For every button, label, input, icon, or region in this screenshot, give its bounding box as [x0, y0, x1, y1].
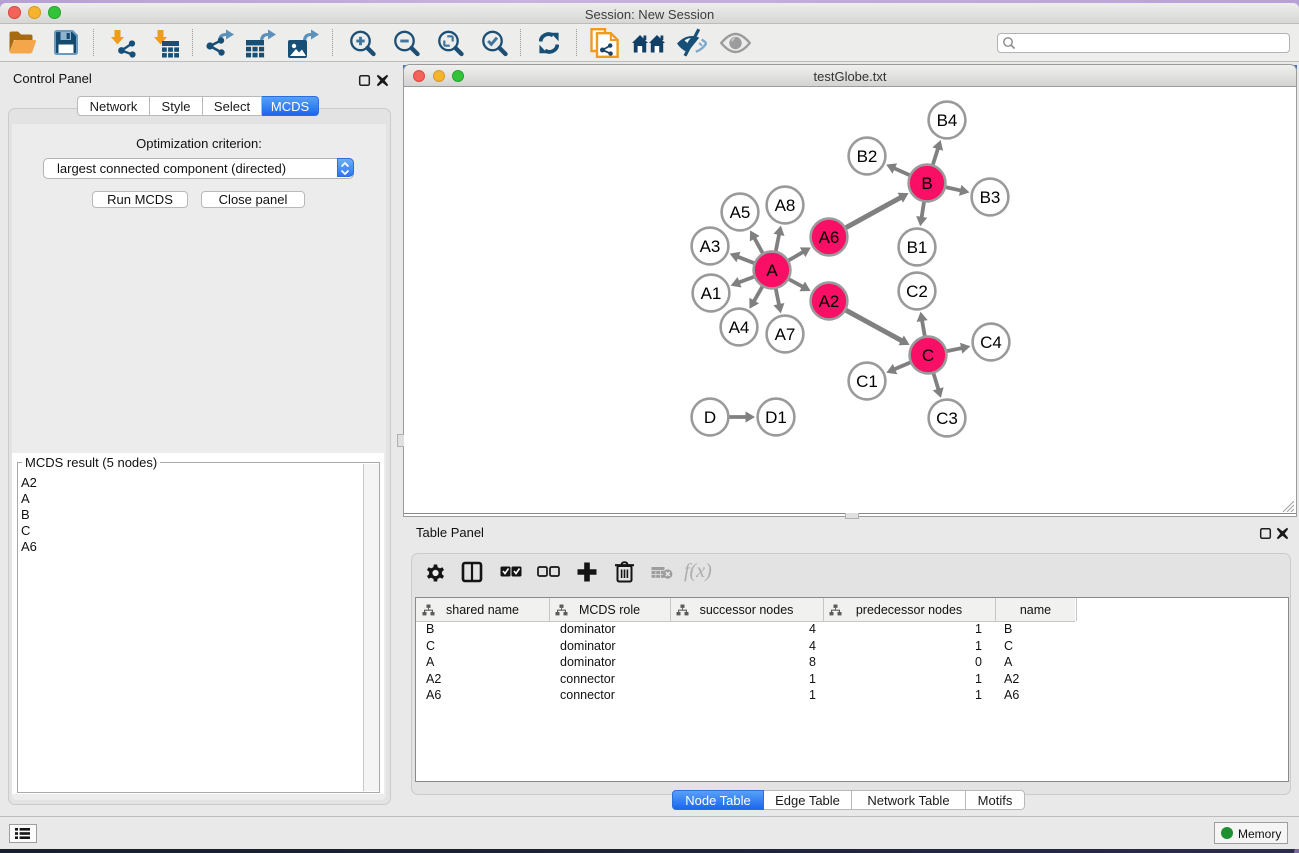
svg-text:A3: A3	[700, 237, 721, 256]
svg-text:A4: A4	[729, 318, 750, 337]
svg-text:A2: A2	[819, 292, 840, 311]
svg-text:B2: B2	[857, 147, 878, 166]
svg-text:A8: A8	[775, 196, 796, 215]
svg-text:C1: C1	[856, 372, 878, 391]
svg-text:C4: C4	[980, 333, 1002, 352]
svg-text:C2: C2	[906, 282, 928, 301]
svg-text:A: A	[766, 261, 778, 280]
svg-text:A5: A5	[730, 203, 751, 222]
svg-text:B3: B3	[980, 188, 1001, 207]
svg-text:D: D	[704, 408, 716, 427]
svg-text:B1: B1	[907, 238, 928, 257]
svg-text:C3: C3	[936, 409, 958, 428]
svg-text:A6: A6	[819, 228, 840, 247]
svg-text:B4: B4	[937, 111, 958, 130]
svg-text:A1: A1	[701, 284, 722, 303]
svg-text:D1: D1	[765, 408, 787, 427]
svg-text:C: C	[922, 346, 934, 365]
svg-text:B: B	[921, 174, 932, 193]
svg-text:A7: A7	[775, 325, 796, 344]
